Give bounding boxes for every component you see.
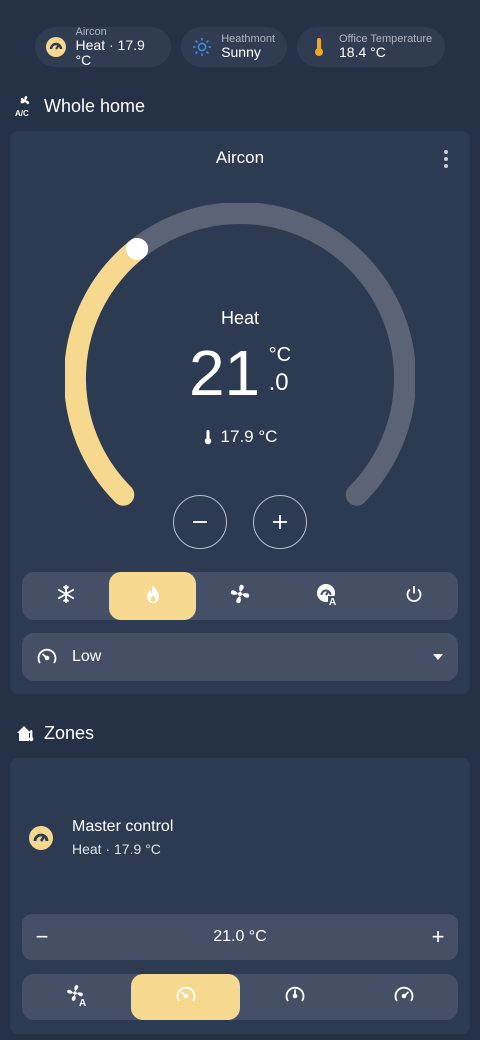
- speedometer-slow-icon: [175, 984, 197, 1011]
- fan-speed-medium-button[interactable]: [240, 974, 349, 1020]
- zone-decrease-button[interactable]: −: [22, 914, 62, 960]
- hvac-mode-label: Heat: [220, 308, 260, 328]
- zone-name: Master control: [72, 818, 174, 835]
- target-temperature-whole: 21: [188, 337, 261, 409]
- fan-speed-high-button[interactable]: [349, 974, 458, 1020]
- decrease-temperature-button[interactable]: [173, 495, 227, 549]
- aircon-icon: [26, 823, 56, 853]
- fan-mode-value: Low: [72, 648, 102, 665]
- sunny-icon: [191, 35, 213, 59]
- thermostat-card: Aircon Heat 21 °C .0 17.9 °C A Low: [10, 131, 470, 694]
- zone-setpoint-value: 21.0 °C: [213, 928, 267, 945]
- chip-aircon[interactable]: Aircon Heat · 17.9 °C: [35, 26, 171, 68]
- fan-speed-low-button[interactable]: [131, 974, 240, 1020]
- thermostat-auto-icon: A: [315, 582, 339, 611]
- svg-text:A/C: A/C: [15, 109, 29, 117]
- mode-cool-button[interactable]: [22, 572, 109, 620]
- target-temperature-decimal: .0: [268, 369, 289, 396]
- thermometer-icon: [203, 429, 213, 445]
- section-title-text: Zones: [44, 722, 95, 743]
- snowflake-icon: [56, 584, 76, 609]
- chip-weather[interactable]: Heathmont Sunny: [181, 27, 287, 67]
- home-thermometer-icon: [14, 722, 36, 744]
- svg-text:A: A: [329, 597, 336, 606]
- flame-icon: [144, 584, 162, 609]
- chip-value: Sunny: [221, 44, 261, 61]
- aircon-icon: [45, 35, 68, 59]
- section-title-text: Whole home: [44, 95, 146, 116]
- speedometer-icon: [393, 984, 415, 1011]
- svg-text:A: A: [79, 998, 86, 1007]
- zone-increase-button[interactable]: +: [418, 914, 458, 960]
- section-title-zones: Zones: [14, 722, 94, 744]
- zone-fan-speed-selector: A: [22, 974, 458, 1020]
- target-temperature: 21 °C .0: [10, 341, 470, 405]
- air-conditioner-icon: A/C: [14, 95, 36, 117]
- hvac-mode-selector: A: [22, 572, 458, 620]
- mode-heat-button[interactable]: [109, 572, 197, 620]
- increase-temperature-button[interactable]: [253, 495, 307, 549]
- current-temperature-value: 17.9 °C: [220, 427, 278, 446]
- zone-card: Master control Heat · 17.9 °C − 21.0 °C …: [10, 758, 470, 1034]
- mode-fan-button[interactable]: [196, 572, 283, 620]
- chip-office-temperature[interactable]: Office Temperature 18.4 °C: [297, 27, 445, 67]
- zone-setpoint-stepper: − 21.0 °C +: [22, 914, 458, 960]
- mode-auto-button[interactable]: A: [284, 572, 371, 620]
- mode-off-button[interactable]: [371, 572, 458, 620]
- speedometer-medium-icon: [284, 984, 306, 1011]
- fan-auto-icon: A: [65, 983, 89, 1012]
- section-title-whole-home: A/C Whole home: [14, 95, 146, 118]
- power-icon: [405, 585, 423, 608]
- plus-icon: [273, 515, 287, 529]
- chip-value: Heat · 17.9 °C: [75, 37, 145, 68]
- fan-mode-select[interactable]: Low: [22, 633, 458, 681]
- fan-speed-auto-button[interactable]: A: [22, 974, 131, 1020]
- zone-master-control[interactable]: Master control Heat · 17.9 °C: [26, 818, 173, 857]
- fan-icon: [229, 583, 251, 610]
- chevron-down-icon: [432, 648, 444, 666]
- target-temperature-unit: °C: [268, 344, 292, 366]
- card-title: Aircon: [215, 148, 265, 167]
- minus-icon: [193, 521, 207, 523]
- zone-state: Heat · 17.9 °C: [72, 841, 161, 857]
- chip-value: 18.4 °C: [339, 44, 386, 61]
- speedometer-slow-icon: [36, 646, 58, 668]
- more-menu-icon[interactable]: [438, 149, 454, 169]
- thermometer-icon: [307, 35, 331, 59]
- current-temperature: 17.9 °C: [10, 427, 470, 447]
- dial-handle[interactable]: [126, 238, 149, 260]
